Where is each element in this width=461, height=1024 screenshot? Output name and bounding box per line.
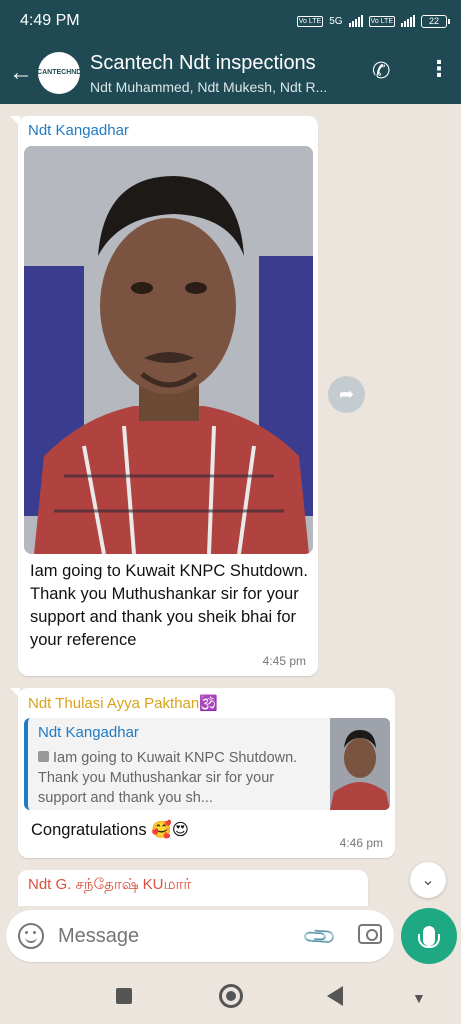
quoted-thumbnail-image	[330, 718, 390, 810]
voice-record-button[interactable]	[401, 908, 457, 964]
group-title: Scantech Ndt inspections	[90, 51, 316, 74]
message-bubble[interactable]: Ndt Thulasi Ayya Pakthan🕉️ Ndt Kangadhar…	[10, 688, 395, 858]
quoted-message[interactable]: Ndt Kangadhar Iam going to Kuwait KNPC S…	[24, 718, 390, 810]
emoji-icon[interactable]	[18, 923, 44, 949]
recent-apps-icon[interactable]	[116, 988, 132, 1004]
system-back-icon[interactable]	[327, 986, 343, 1006]
group-members: Ndt Muhammed, Ndt Mukesh, Ndt R...	[90, 78, 328, 95]
message-time: 4:45 pm	[262, 654, 306, 668]
quoted-text: Iam going to Kuwait KNPC Shutdown. Thank…	[38, 748, 324, 808]
battery-level: 22	[428, 16, 439, 26]
volte-icon-2: Vo LTE	[368, 15, 395, 27]
photo-small-icon	[38, 751, 49, 762]
hide-nav-icon[interactable]: ▼	[412, 990, 426, 1006]
battery-icon: 22	[421, 14, 450, 28]
volte-icon: Vo LTE	[296, 15, 324, 27]
message-composer: 📎	[6, 910, 394, 962]
add-call-icon[interactable]: ✆	[372, 58, 390, 84]
group-avatar-text: SCANTECHNDT	[32, 69, 86, 76]
message-input[interactable]	[58, 924, 278, 948]
forward-icon[interactable]: ➦	[328, 376, 365, 413]
message-time: 4:46 pm	[339, 836, 383, 850]
camera-icon[interactable]	[358, 924, 382, 944]
status-time: 4:49 PM	[20, 12, 80, 29]
selfie-image	[24, 146, 313, 554]
system-navigation-bar: ▼	[0, 966, 461, 1024]
message-text[interactable]: Congratulations 🥰😍	[31, 820, 189, 840]
message-bubble[interactable]: Ndt G. சந்தோஷ் KUமார்	[18, 870, 368, 906]
chat-title-area[interactable]: Scantech Ndt inspections Ndt Muhammed, N…	[90, 52, 370, 95]
paperclip-icon[interactable]: 📎	[301, 918, 339, 956]
status-bar: 4:49 PM Vo LTE 5G Vo LTE 22	[0, 0, 461, 42]
microphone-icon	[418, 926, 440, 948]
chat-header: ← SCANTECHNDT Scantech Ndt inspections N…	[0, 42, 461, 104]
quoted-thumbnail	[330, 718, 390, 810]
message-sender[interactable]: Ndt G. சந்தோஷ் KUமார்	[18, 870, 368, 895]
message-bubble[interactable]: Ndt Kangadhar Iam going to Kuwait KNPC S…	[10, 116, 318, 676]
more-vert-icon[interactable]: ⋮	[428, 56, 450, 82]
signal-icon-2	[401, 15, 415, 27]
message-sender[interactable]: Ndt Thulasi Ayya Pakthan🕉️	[18, 688, 395, 712]
quoted-sender: Ndt Kangadhar	[38, 724, 139, 741]
group-avatar[interactable]: SCANTECHNDT	[32, 52, 86, 94]
network-type-label: 5G	[329, 15, 343, 27]
status-icons: Vo LTE 5G Vo LTE 22	[296, 14, 450, 28]
home-icon[interactable]	[219, 984, 243, 1008]
message-list[interactable]: Ndt Kangadhar Iam going to Kuwait KNPC S…	[0, 104, 461, 906]
quoted-text-body: Iam going to Kuwait KNPC Shutdown. Thank…	[38, 750, 298, 806]
message-photo[interactable]	[24, 146, 313, 554]
message-sender[interactable]: Ndt Kangadhar	[18, 116, 318, 139]
scroll-down-icon[interactable]: ⌄	[410, 862, 446, 898]
message-text[interactable]: Iam going to Kuwait KNPC Shutdown. Thank…	[30, 560, 312, 652]
signal-icon	[348, 15, 363, 27]
